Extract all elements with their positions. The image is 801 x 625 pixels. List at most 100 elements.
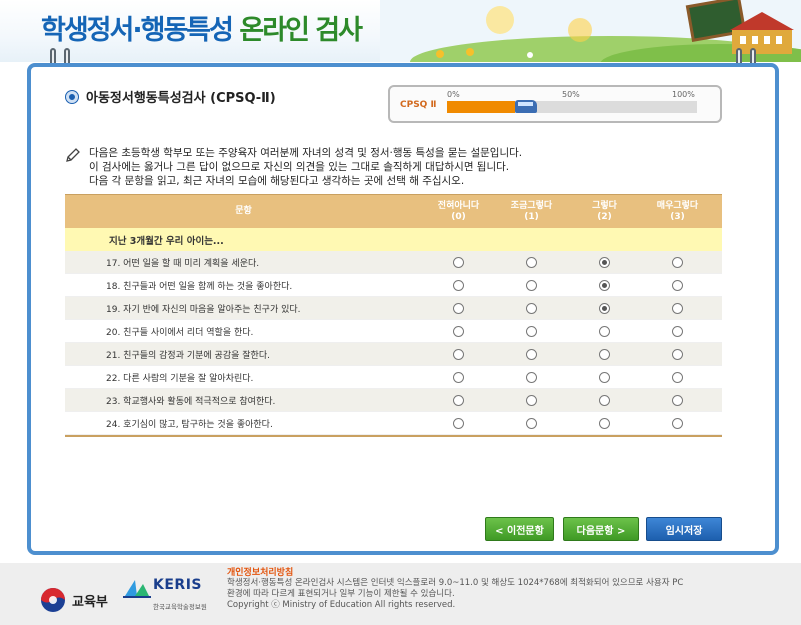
answer-radio-3[interactable] [672, 417, 683, 429]
question-text: 24. 호기심이 많고, 탐구하는 것을 좋아한다. [106, 419, 273, 430]
header-question: 문항 [235, 206, 252, 216]
question-text: 23. 학교행사와 활동에 적극적으로 참여한다. [106, 396, 276, 407]
answer-radio-2[interactable] [599, 325, 610, 337]
table-row: 21. 친구들의 감정과 기분에 공감을 잘한다. [65, 343, 722, 366]
answer-cell [568, 256, 641, 268]
answer-radio-1[interactable] [526, 325, 537, 337]
answer-cell [641, 256, 714, 268]
answer-radio-3[interactable] [672, 371, 683, 383]
answer-radio-1[interactable] [526, 348, 537, 360]
answer-cell [422, 279, 495, 291]
section-title: 아동정서행동특성검사 (CPSQ-Ⅱ) [66, 87, 276, 106]
answer-radio-1[interactable] [526, 371, 537, 383]
answer-radio-0[interactable] [453, 302, 464, 314]
keris-subtitle: 한국교육학술정보원 [153, 603, 207, 611]
header-option-0: 전혀아니다 (0) [437, 200, 480, 222]
answer-cell [495, 256, 568, 268]
answer-radio-1[interactable] [526, 256, 537, 268]
answer-radio-3[interactable] [672, 325, 683, 337]
bullet-icon [66, 90, 78, 103]
answer-cell [495, 371, 568, 383]
page: 학생정서·행동특성 온라인 검사 아동정서행동특성검사 (CPSQ-Ⅱ) CPS… [0, 0, 801, 625]
answer-cell [568, 417, 641, 429]
answer-cell [422, 256, 495, 268]
answer-cell [422, 348, 495, 360]
question-text: 20. 친구들 사이에서 리더 역할을 한다. [106, 327, 254, 338]
table-row: 22. 다른 사람의 기분을 잘 알아차린다. [65, 366, 722, 389]
answer-radio-1[interactable] [526, 394, 537, 406]
instruction-line: 이 검사에는 옳거나 그른 답이 없으므로 자신의 의견을 있는 그대로 솔직하… [89, 161, 510, 173]
answer-cell [568, 371, 641, 383]
question-text: 18. 친구들과 어떤 일을 함께 하는 것을 좋아한다. [106, 281, 293, 292]
site-title: 학생정서·행동특성 온라인 검사 [41, 8, 363, 47]
site-title-sub: 온라인 검사 [239, 15, 363, 46]
progress-tick-0: 0% [447, 90, 460, 99]
answer-cell [495, 325, 568, 337]
answer-radio-3[interactable] [672, 394, 683, 406]
temp-save-button[interactable]: 임시저장 [646, 517, 722, 541]
footer-notice: 학생정서·행동특성 온라인검사 시스템은 인터넷 익스플로러 9.0~11.0 … [227, 578, 683, 611]
answer-radio-2[interactable] [599, 417, 610, 429]
instruction-line: 다음 각 문항을 읽고, 최근 자녀의 모습에 해당된다고 생각하는 곳에 선택… [89, 175, 465, 187]
keris-logo: KERIS 한국교육학술정보원 [123, 577, 207, 617]
answer-radio-2[interactable] [599, 256, 610, 268]
footer-notice-line: 학생정서·행동특성 온라인검사 시스템은 인터넷 익스플로러 9.0~11.0 … [227, 578, 684, 588]
answer-cell [641, 279, 714, 291]
answer-radio-2[interactable] [599, 279, 610, 291]
answer-radio-0[interactable] [453, 325, 464, 337]
answer-radio-3[interactable] [672, 302, 683, 314]
answer-radio-1[interactable] [526, 417, 537, 429]
privacy-policy-link[interactable]: 개인정보처리방침 [227, 565, 293, 578]
answer-cell [422, 417, 495, 429]
header-option-3: 매우그렇다 (3) [656, 200, 699, 222]
progress-label: CPSQ Ⅱ [400, 100, 437, 110]
answer-radio-2[interactable] [599, 348, 610, 360]
answer-cell [568, 394, 641, 406]
answer-radio-3[interactable] [672, 256, 683, 268]
answer-radio-0[interactable] [453, 256, 464, 268]
answer-cell [495, 394, 568, 406]
question-table: 문항 전혀아니다 (0) 조금그렇다 (1) 그렇다 (2) 매우그렇다 (3)… [65, 194, 722, 437]
answer-radio-0[interactable] [453, 348, 464, 360]
answer-cell [495, 279, 568, 291]
table-row: 24. 호기심이 많고, 탐구하는 것을 좋아한다. [65, 412, 722, 435]
answer-cell [422, 394, 495, 406]
answer-radio-0[interactable] [453, 279, 464, 291]
answer-cell [641, 417, 714, 429]
answer-cell [422, 325, 495, 337]
progress-box: CPSQ Ⅱ 0% 50% 100% [388, 85, 722, 123]
answer-cell [641, 302, 714, 314]
gov-emblem-icon [41, 588, 65, 612]
pencil-icon [66, 148, 80, 162]
answer-radio-3[interactable] [672, 348, 683, 360]
table-row: 18. 친구들과 어떤 일을 함께 하는 것을 좋아한다. [65, 274, 722, 297]
footer-notice-line: 환경에 따라 다르게 표현되거나 일부 기능이 제한될 수 있습니다. [227, 589, 455, 599]
next-question-button[interactable]: 다음문항 > [563, 517, 639, 541]
answer-radio-2[interactable] [599, 371, 610, 383]
prev-question-button[interactable]: < 이전문항 [485, 517, 554, 541]
answer-radio-1[interactable] [526, 279, 537, 291]
table-row: 19. 자기 반에 자신의 마음을 알아주는 친구가 있다. [65, 297, 722, 320]
table-row: 20. 친구들 사이에서 리더 역할을 한다. [65, 320, 722, 343]
answer-radio-0[interactable] [453, 371, 464, 383]
answer-radio-2[interactable] [599, 394, 610, 406]
answer-radio-0[interactable] [453, 417, 464, 429]
question-text: 21. 친구들의 감정과 기분에 공감을 잘한다. [106, 350, 270, 361]
instructions: 다음은 초등학생 학부모 또는 주양육자 여러분께 자녀의 성격 및 정서·행동… [65, 146, 522, 188]
answer-radio-1[interactable] [526, 302, 537, 314]
answer-radio-3[interactable] [672, 279, 683, 291]
question-text: 17. 어떤 일을 할 때 미리 계획을 세운다. [106, 258, 260, 269]
answer-radio-2[interactable] [599, 302, 610, 314]
ministry-label: 교육부 [72, 595, 108, 610]
keris-wordmark: KERIS [153, 577, 202, 593]
copyright-text: Copyright ⓒ Ministry of Education All ri… [227, 600, 456, 610]
answer-cell [422, 302, 495, 314]
group-label: 지난 3개월간 우리 아이는... [65, 228, 722, 251]
answer-radio-0[interactable] [453, 394, 464, 406]
answer-cell [495, 348, 568, 360]
bus-icon [514, 100, 537, 113]
question-text: 22. 다른 사람의 기분을 잘 알아차린다. [106, 373, 254, 384]
instruction-text: 다음은 초등학생 학부모 또는 주양육자 여러분께 자녀의 성격 및 정서·행동… [89, 146, 522, 188]
answer-cell [641, 371, 714, 383]
progress-fill [447, 101, 515, 113]
